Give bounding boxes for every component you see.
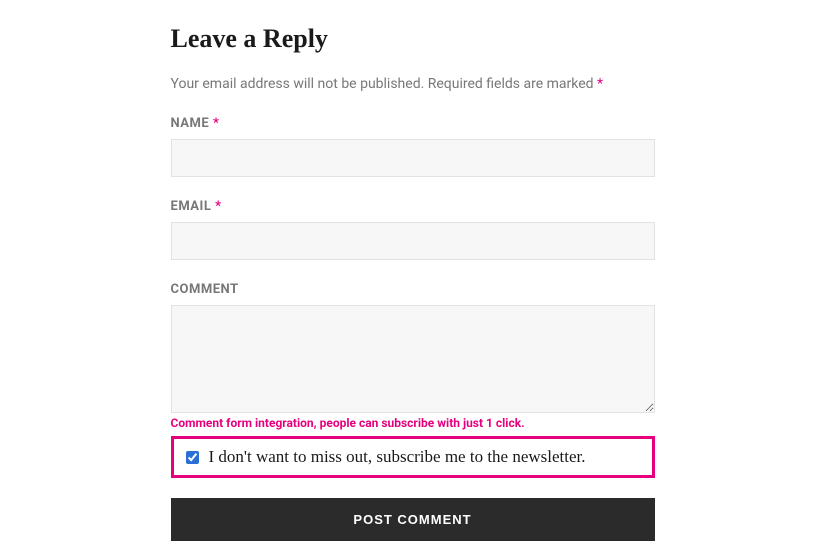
subscribe-label: I don't want to miss out, subscribe me t… [209,447,586,467]
comment-label: COMMENT [171,282,655,297]
email-required-marker: * [215,199,221,214]
required-marker: * [597,76,603,92]
intro-text: Your email address will not be published… [171,76,597,92]
integration-annotation: Comment form integration, people can sub… [171,416,655,430]
comment-textarea[interactable] [171,305,655,413]
email-field-group: EMAIL * [171,199,655,260]
subscribe-box: I don't want to miss out, subscribe me t… [171,436,655,478]
name-required-marker: * [213,116,219,131]
subscribe-checkbox[interactable] [186,451,199,464]
email-input[interactable] [171,222,655,260]
name-label: NAME * [171,116,655,131]
form-intro: Your email address will not be published… [171,76,655,92]
email-label-text: EMAIL [171,199,212,214]
name-field-group: NAME * [171,116,655,177]
comment-field-group: COMMENT Comment form integration, people… [171,282,655,430]
post-comment-button[interactable]: POST COMMENT [171,498,655,541]
email-label: EMAIL * [171,199,655,214]
form-heading: Leave a Reply [171,24,655,54]
comment-form: Leave a Reply Your email address will no… [171,0,655,541]
name-input[interactable] [171,139,655,177]
name-label-text: NAME [171,116,210,131]
